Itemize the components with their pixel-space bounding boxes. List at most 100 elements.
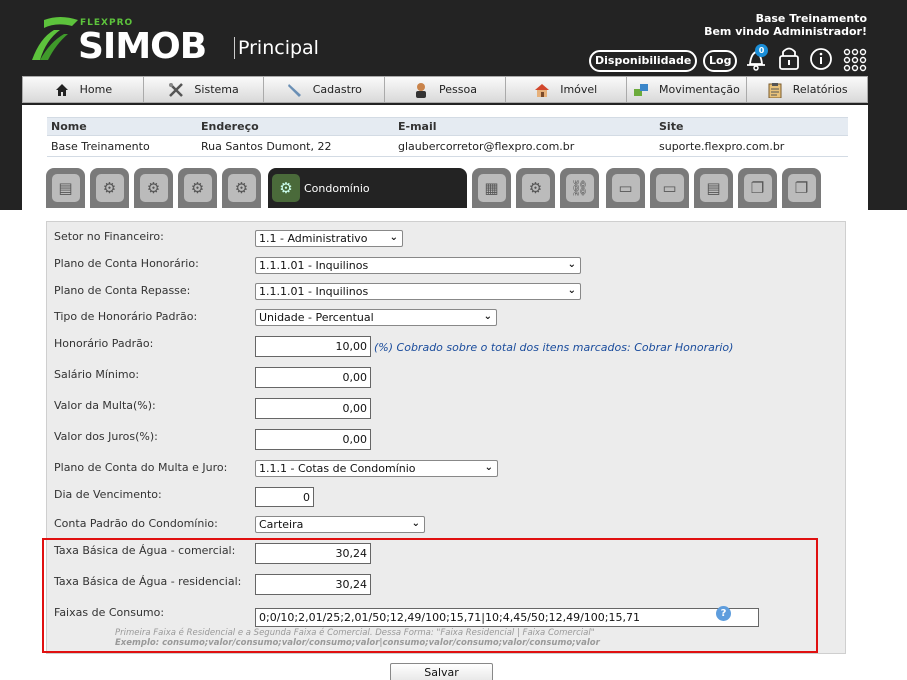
clipboard-icon (768, 82, 782, 98)
nav-relatorios-label: Relatórios (792, 83, 848, 96)
tab-folder-2[interactable]: ▭ (650, 168, 689, 208)
nav-pessoa[interactable]: Pessoa (385, 77, 506, 102)
plano-multa-value: 1.1.1 - Cotas de Condomínio (259, 462, 416, 475)
tools-gear-icon: ⚙ (521, 174, 550, 202)
plano-repasse-value: 1.1.1.01 - Inquilinos (259, 285, 369, 298)
info-email: glaubercorretor@flexpro.com.br (394, 135, 655, 157)
main-nav: Home Sistema Cadastro Pessoa Imóvel Movi… (22, 76, 868, 103)
lock-icon[interactable] (777, 44, 801, 72)
info-table: Nome Endereço E-mail Site Base Treinamen… (47, 117, 848, 157)
dia-vencimento-input[interactable]: 0 (255, 487, 314, 507)
pencil-icon (287, 83, 301, 97)
right-margin (877, 210, 907, 680)
save-button[interactable]: Salvar (390, 663, 493, 680)
nav-sistema[interactable]: Sistema (144, 77, 265, 102)
nav-sistema-label: Sistema (194, 83, 239, 96)
tab-folder[interactable]: ▭ (606, 168, 645, 208)
chevron-down-icon: ⌄ (567, 285, 576, 296)
apps-grid-icon[interactable] (842, 44, 868, 72)
tipo-honorario-value: Unidade - Percentual (259, 311, 374, 324)
chevron-down-icon: ⌄ (484, 462, 493, 473)
report-icon: ▤ (699, 174, 728, 202)
nav-relatorios[interactable]: Relatórios (747, 77, 867, 102)
tab-money-stack-gear[interactable]: ⚙ (178, 168, 217, 208)
transfer-gear-icon: ⚙ (227, 174, 256, 202)
plano-multa-label: Plano de Conta do Multa e Juro: (54, 461, 228, 474)
tipo-honorario-select[interactable]: Unidade - Percentual ⌄ (255, 309, 497, 326)
tab-transfer-gear[interactable]: ⚙ (222, 168, 261, 208)
money-gear-icon: ⚙ (139, 174, 168, 202)
honorario-padrao-label: Honorário Padrão: (54, 337, 154, 350)
tab-condominio[interactable]: ⚙ Condomínio (268, 168, 467, 208)
highlight-box (42, 538, 818, 653)
tab-link[interactable]: ⛓ (560, 168, 599, 208)
user-info: Base Treinamento Bem vindo Administrador… (704, 12, 867, 38)
tools-icon (169, 82, 184, 97)
honorario-padrao-hint: (%) Cobrado sobre o total dos itens marc… (374, 341, 734, 354)
multa-input[interactable]: 0,00 (255, 398, 371, 419)
juros-label: Valor dos Juros(%): (54, 430, 158, 443)
plano-repasse-select[interactable]: 1.1.1.01 - Inquilinos ⌄ (255, 283, 581, 300)
honorario-padrao-input[interactable]: 10,00 (255, 336, 371, 357)
conta-padrao-select[interactable]: Carteira ⌄ (255, 516, 425, 533)
logo-swoosh-icon (32, 17, 78, 60)
brand-name: SIMOB (78, 26, 207, 67)
tab-gears[interactable]: ⚙ (90, 168, 129, 208)
info-nome: Base Treinamento (47, 135, 197, 157)
info-site: suporte.flexpro.com.br (655, 135, 848, 157)
left-margin (0, 210, 22, 680)
salario-minimo-label: Salário Mínimo: (54, 368, 140, 381)
conta-padrao-label: Conta Padrão do Condomínio: (54, 517, 218, 530)
chevron-down-icon: ⌄ (567, 259, 576, 270)
company-name: Base Treinamento (755, 12, 867, 25)
tipo-honorario-label: Tipo de Honorário Padrão: (54, 310, 198, 323)
chevron-down-icon: ⌄ (389, 232, 398, 243)
tab-money-gear[interactable]: ⚙ (134, 168, 173, 208)
dia-vencimento-label: Dia de Vencimento: (54, 488, 162, 501)
tab-cash-register[interactable]: ▦ (472, 168, 511, 208)
nav-movimentacao[interactable]: Movimentação (627, 77, 748, 102)
nav-imovel[interactable]: Imóvel (506, 77, 627, 102)
house-icon (535, 83, 550, 97)
section-tabs: ▤ ⚙ ⚙ ⚙ ⚙ ⚙ Condomínio ▦ ⚙ ⛓ ▭ ▭ ▤ ❐ ❐ (46, 168, 836, 208)
setor-select[interactable]: 1.1 - Administrativo ⌄ (255, 230, 403, 247)
col-nome: Nome (47, 117, 197, 136)
folder-icon: ▭ (611, 174, 640, 202)
nav-cadastro[interactable]: Cadastro (264, 77, 386, 102)
app-subtitle: Principal (234, 37, 319, 59)
gears-icon: ⚙ (95, 174, 124, 202)
nav-home[interactable]: Home (23, 77, 144, 102)
plano-honorario-select[interactable]: 1.1.1.01 - Inquilinos ⌄ (255, 257, 581, 274)
documents-icon: ❐ (743, 174, 772, 202)
tab-cabinet[interactable]: ▤ (46, 168, 85, 208)
conta-padrao-value: Carteira (259, 518, 304, 531)
app-logo[interactable]: FLEXPRO SIMOB Principal (30, 16, 330, 67)
tab-tools-gear[interactable]: ⚙ (516, 168, 555, 208)
plano-repasse-label: Plano de Conta Repasse: (54, 284, 191, 297)
info-header-row: Nome Endereço E-mail Site (47, 117, 848, 136)
salario-minimo-input[interactable]: 0,00 (255, 367, 371, 388)
chevron-down-icon: ⌄ (411, 518, 420, 529)
tab-condominio-label: Condomínio (304, 181, 370, 195)
setor-label: Setor no Financeiro: (54, 230, 164, 243)
tab-documents-2[interactable]: ❐ (782, 168, 821, 208)
multa-label: Valor da Multa(%): (54, 399, 156, 412)
tab-report[interactable]: ▤ (694, 168, 733, 208)
nav-pessoa-label: Pessoa (439, 83, 477, 96)
setor-value: 1.1 - Administrativo (259, 232, 368, 245)
documents-icon: ❐ (787, 174, 816, 202)
cabinet-icon: ▤ (51, 174, 80, 202)
info-endereco: Rua Santos Dumont, 22 (197, 135, 394, 157)
juros-input[interactable]: 0,00 (255, 429, 371, 450)
plano-honorario-value: 1.1.1.01 - Inquilinos (259, 259, 369, 272)
money-stack-gear-icon: ⚙ (183, 174, 212, 202)
disponibilidade-button[interactable]: Disponibilidade (589, 50, 698, 72)
info-row: Base Treinamento Rua Santos Dumont, 22 g… (47, 135, 848, 157)
info-icon[interactable] (808, 44, 834, 72)
log-button[interactable]: Log (703, 50, 738, 72)
col-endereco: Endereço (197, 117, 394, 136)
link-icon: ⛓ (565, 174, 594, 202)
chevron-down-icon: ⌄ (483, 311, 492, 322)
tab-documents[interactable]: ❐ (738, 168, 777, 208)
plano-multa-select[interactable]: 1.1.1 - Cotas de Condomínio ⌄ (255, 460, 498, 477)
